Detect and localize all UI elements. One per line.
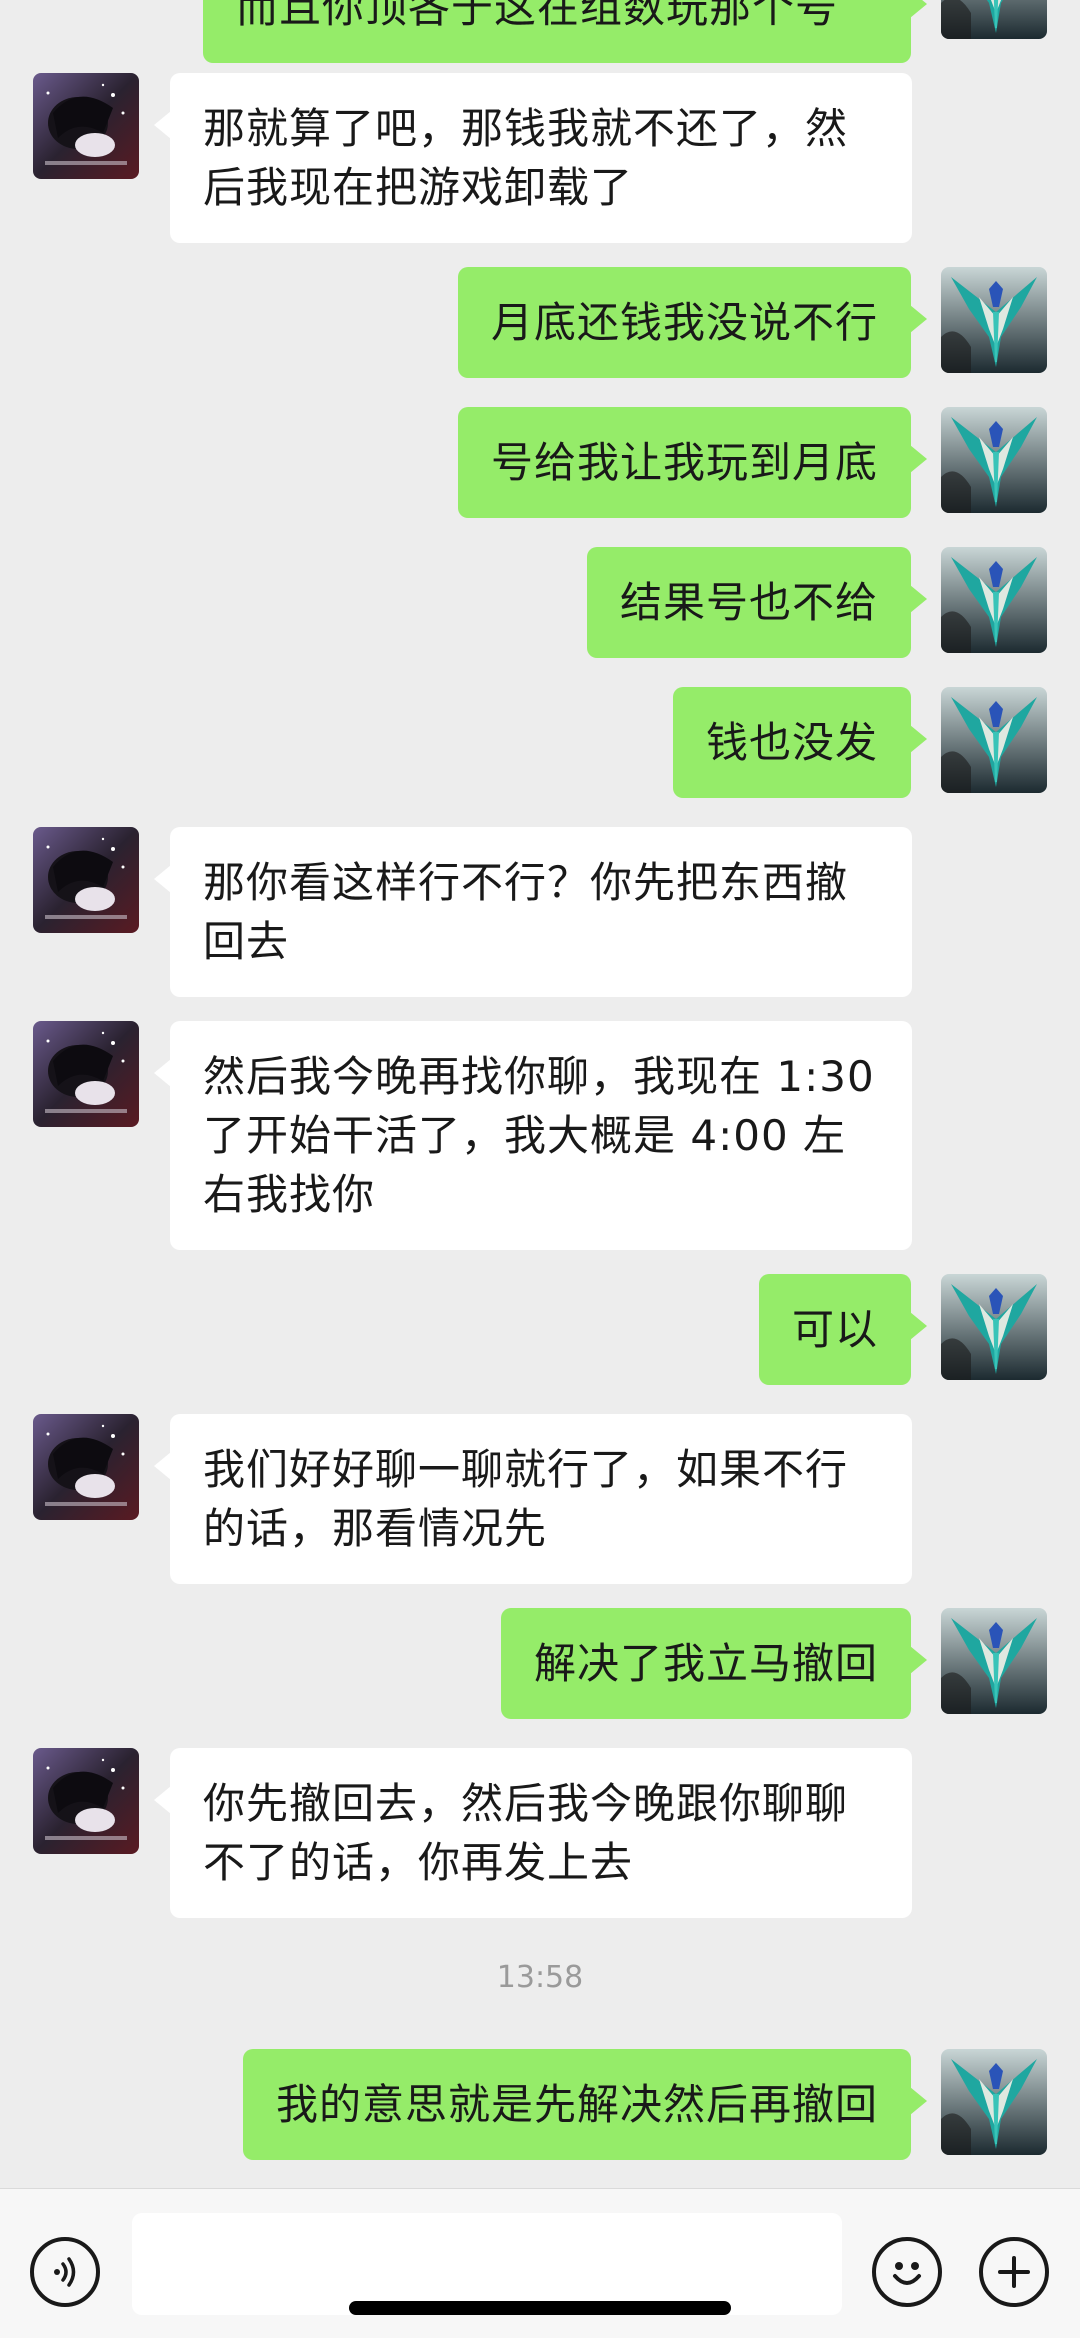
contact-avatar[interactable] (33, 73, 139, 179)
message-bubble-received[interactable]: 我们好好聊一聊就行了，如果不行的话，那看情况先 (154, 1414, 912, 1584)
contact-avatar[interactable] (33, 827, 139, 933)
voice-icon[interactable] (30, 2237, 100, 2307)
message-bubble-sent[interactable]: 月底还钱我没说不行 (457, 267, 928, 378)
message-bubble-sent[interactable]: 解决了我立马撤回 (500, 1608, 928, 1719)
plus-icon[interactable] (979, 2237, 1049, 2307)
message-input[interactable] (132, 2213, 842, 2315)
contact-avatar[interactable] (33, 1414, 139, 1520)
chat-input-bar (0, 2188, 1080, 2338)
my-avatar[interactable] (941, 0, 1047, 39)
my-avatar[interactable] (941, 547, 1047, 653)
my-avatar[interactable] (941, 1274, 1047, 1380)
message-bubble-sent[interactable]: 号给我让我玩到月底 (457, 407, 928, 518)
message-bubble-sent[interactable]: 可以 (758, 1274, 928, 1385)
message-bubble-sent[interactable]: 我的意思就是先解决然后再撤回 (242, 2049, 928, 2160)
message-bubble-received[interactable]: 那你看这样行不行？你先把东西撤回去 (154, 827, 912, 997)
message-bubble-received[interactable]: 那就算了吧，那钱我就不还了，然后我现在把游戏卸载了 (154, 73, 912, 243)
emoji-icon[interactable] (872, 2237, 942, 2307)
message-bubble-received[interactable]: 然后我今晚再找你聊，我现在 1:30 了开始干活了，我大概是 4:00 左右我找… (154, 1021, 912, 1250)
chat-timestamp: 13:58 (496, 1960, 584, 1995)
my-avatar[interactable] (941, 267, 1047, 373)
home-indicator[interactable] (349, 2301, 731, 2315)
message-bubble-sent[interactable]: 钱也没发 (672, 687, 928, 798)
my-avatar[interactable] (941, 1608, 1047, 1714)
message-bubble-sent[interactable]: 而且你顶各于这在组数玩那个号 (203, 0, 927, 63)
my-avatar[interactable] (941, 407, 1047, 513)
contact-avatar[interactable] (33, 1748, 139, 1854)
contact-avatar[interactable] (33, 1021, 139, 1127)
my-avatar[interactable] (941, 687, 1047, 793)
message-bubble-sent[interactable]: 结果号也不给 (586, 547, 928, 658)
my-avatar[interactable] (941, 2049, 1047, 2155)
message-bubble-received[interactable]: 你先撤回去，然后我今晚跟你聊聊不了的话，你再发上去 (154, 1748, 912, 1918)
